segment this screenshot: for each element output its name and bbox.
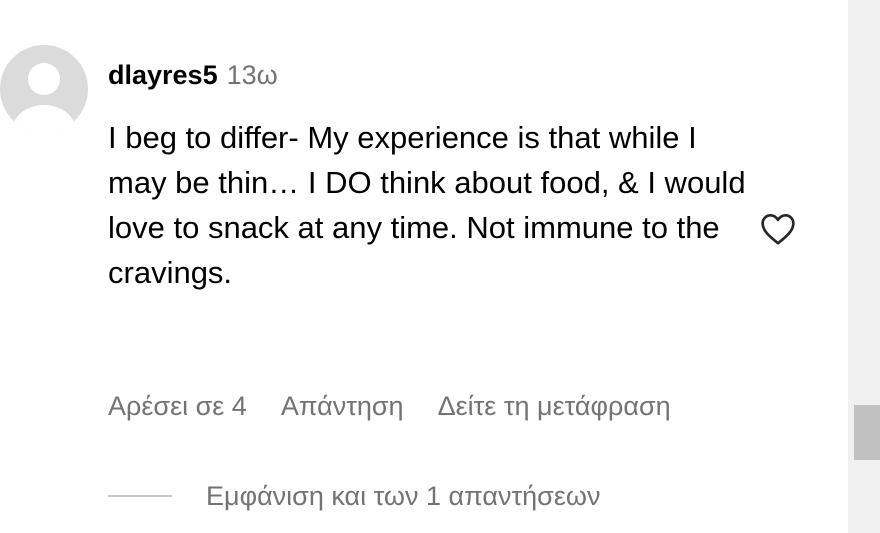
comment: dlayres5 13ω I beg to differ- My experien… xyxy=(0,0,848,533)
replies-divider-line xyxy=(108,495,172,497)
scrollbar-thumb[interactable] xyxy=(854,405,880,460)
default-user-avatar-icon xyxy=(0,45,88,133)
like-button[interactable] xyxy=(756,209,800,249)
view-replies-button[interactable]: Εμφάνιση και των 1 απαντήσεων xyxy=(108,476,600,516)
likes-count-link[interactable]: Αρέσει σε 4 xyxy=(108,391,247,421)
view-replies-label: Εμφάνιση και των 1 απαντήσεων xyxy=(206,481,601,511)
reply-button[interactable]: Απάντηση xyxy=(281,391,404,421)
see-translation-button[interactable]: Δείτε τη μετάφραση xyxy=(438,391,671,421)
comment-header: dlayres5 13ω xyxy=(108,55,278,95)
avatar[interactable] xyxy=(0,45,88,133)
comment-actions: Αρέσει σε 4 Απάντηση Δείτε τη μετάφραση xyxy=(108,386,671,426)
username-link[interactable]: dlayres5 xyxy=(108,60,218,90)
comment-text: I beg to differ- My experience is that w… xyxy=(108,120,746,290)
heart-outline-icon xyxy=(761,214,795,245)
comment-timestamp[interactable]: 13ω xyxy=(227,60,278,90)
